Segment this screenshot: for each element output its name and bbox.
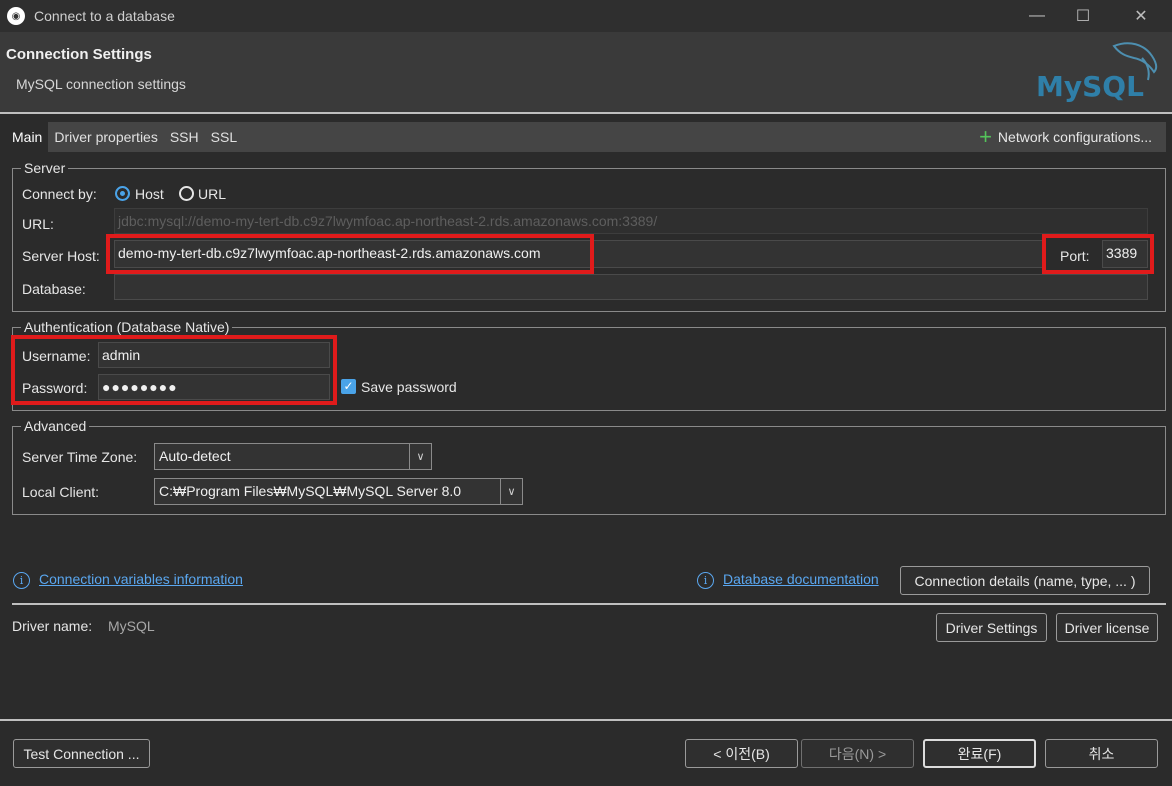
tab-ssh[interactable]: SSH bbox=[164, 122, 205, 152]
server-timezone-select[interactable]: Auto-detect ∨ bbox=[154, 443, 432, 470]
header-subtitle: MySQL connection settings bbox=[16, 76, 186, 92]
network-configurations-label: Network configurations... bbox=[997, 129, 1152, 145]
database-label: Database: bbox=[22, 281, 86, 297]
window-titlebar: ◉ Connect to a database — ☐ ✕ bbox=[0, 0, 1172, 32]
host-radio-label[interactable]: Host bbox=[135, 186, 164, 202]
info-icon: i bbox=[697, 572, 714, 589]
authentication-legend: Authentication (Database Native) bbox=[21, 319, 233, 335]
local-client-label: Local Client: bbox=[22, 484, 100, 500]
port-highlight bbox=[1042, 234, 1154, 274]
cancel-button[interactable]: 취소 bbox=[1045, 739, 1158, 768]
test-connection-button[interactable]: Test Connection ... bbox=[13, 739, 150, 768]
save-password-checkbox[interactable]: ✓ bbox=[341, 379, 356, 394]
database-input[interactable] bbox=[114, 274, 1148, 300]
window-title: Connect to a database bbox=[34, 8, 175, 24]
server-legend: Server bbox=[21, 160, 69, 176]
tab-driver-properties[interactable]: Driver properties bbox=[48, 122, 163, 152]
close-button[interactable]: ✕ bbox=[1118, 0, 1164, 32]
connect-by-label: Connect by: bbox=[22, 186, 97, 202]
tab-bar: Main Driver properties SSH SSL + Network… bbox=[6, 122, 1166, 152]
local-client-value: C:₩Program Files₩MySQL₩MySQL Server 8.0 bbox=[159, 483, 462, 499]
minimize-button[interactable]: — bbox=[1014, 0, 1060, 32]
url-field: jdbc:mysql://demo-my-tert-db.c9z7lwymfoa… bbox=[114, 208, 1148, 234]
finish-button[interactable]: 완료(F) bbox=[923, 739, 1036, 768]
connection-details-button[interactable]: Connection details (name, type, ... ) bbox=[900, 566, 1150, 595]
server-host-highlight bbox=[106, 234, 594, 274]
database-documentation-link[interactable]: Database documentation bbox=[723, 571, 879, 587]
driver-license-button[interactable]: Driver license bbox=[1056, 613, 1158, 642]
app-icon: ◉ bbox=[7, 7, 25, 25]
tab-ssl[interactable]: SSL bbox=[205, 122, 243, 152]
header-separator bbox=[0, 112, 1172, 114]
mysql-logo-icon: MySQL bbox=[1036, 42, 1158, 103]
maximize-button[interactable]: ☐ bbox=[1060, 0, 1106, 32]
tab-main[interactable]: Main bbox=[6, 122, 49, 152]
network-configurations-button[interactable]: + Network configurations... bbox=[979, 122, 1152, 152]
url-label: URL: bbox=[22, 216, 54, 232]
mysql-logo-text: MySQL bbox=[1036, 70, 1144, 103]
local-client-select[interactable]: C:₩Program Files₩MySQL₩MySQL Server 8.0 … bbox=[154, 478, 523, 505]
server-timezone-value: Auto-detect bbox=[159, 448, 231, 464]
save-password-label[interactable]: Save password bbox=[361, 379, 457, 395]
plus-icon: + bbox=[979, 124, 992, 149]
info-icon: i bbox=[13, 572, 30, 589]
chevron-down-icon: ∨ bbox=[500, 479, 522, 504]
dialog-header: Connection Settings MySQL connection set… bbox=[0, 32, 1172, 112]
connection-variables-link[interactable]: Connection variables information bbox=[39, 571, 243, 587]
main-tab-content: Server Connect by: Host URL URL: jdbc:my… bbox=[6, 152, 1166, 648]
driver-name-value: MySQL bbox=[108, 618, 155, 634]
back-button[interactable]: < 이전(B) bbox=[685, 739, 798, 768]
dialog-footer: Test Connection ... < 이전(B) 다음(N) > 완료(F… bbox=[0, 719, 1172, 786]
advanced-legend: Advanced bbox=[21, 418, 90, 434]
chevron-down-icon: ∨ bbox=[409, 444, 431, 469]
driver-settings-button[interactable]: Driver Settings bbox=[936, 613, 1047, 642]
server-timezone-label: Server Time Zone: bbox=[22, 449, 138, 465]
server-host-label: Server Host: bbox=[22, 248, 100, 264]
next-button[interactable]: 다음(N) > bbox=[801, 739, 914, 768]
driver-separator bbox=[12, 603, 1166, 605]
url-radio-label[interactable]: URL bbox=[198, 186, 226, 202]
driver-name-label: Driver name: bbox=[12, 618, 93, 634]
credentials-highlight bbox=[11, 335, 337, 405]
host-radio[interactable] bbox=[115, 186, 130, 201]
url-radio[interactable] bbox=[179, 186, 194, 201]
header-title: Connection Settings bbox=[6, 46, 152, 63]
